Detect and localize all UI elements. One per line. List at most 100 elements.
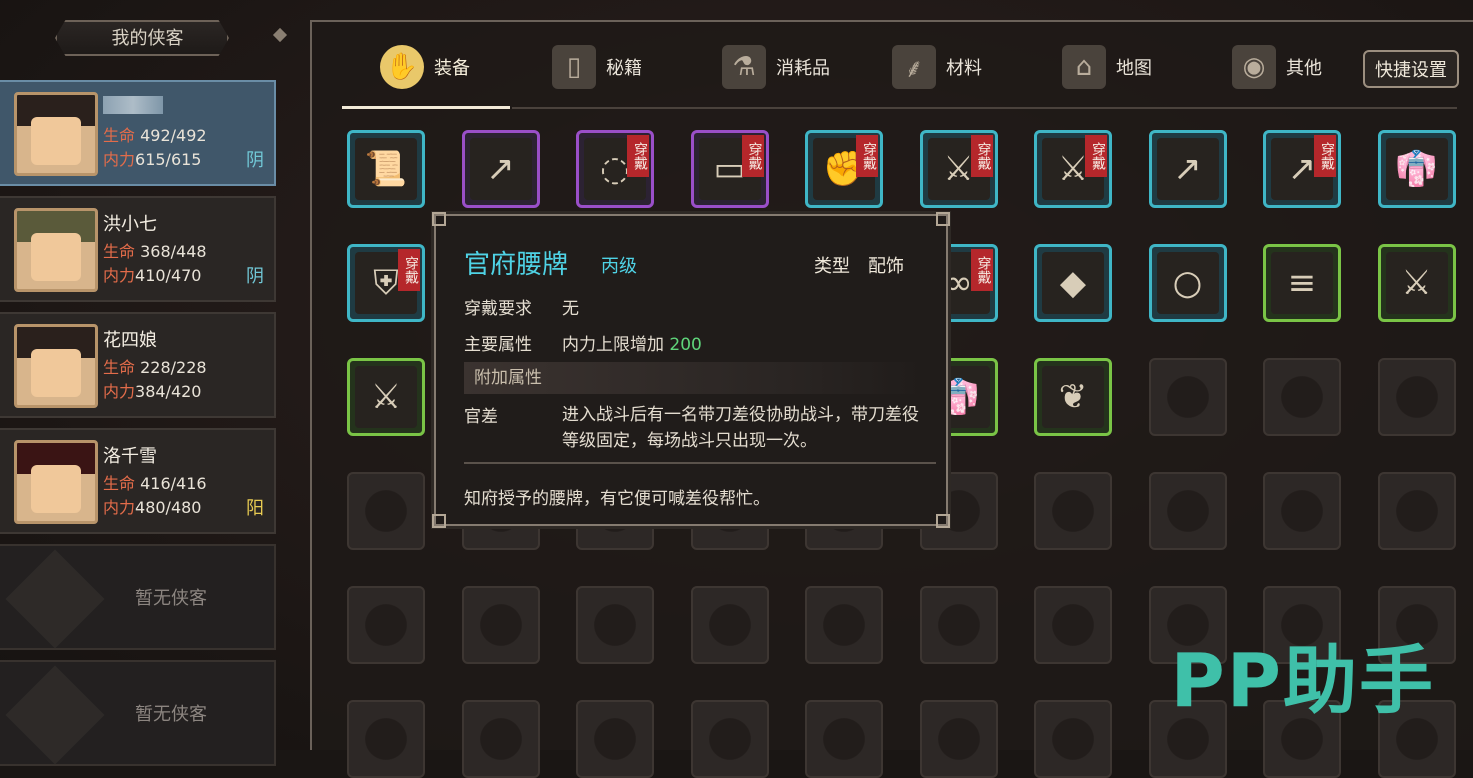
empty-inventory-slot[interactable]: [347, 586, 425, 664]
empty-inventory-slot[interactable]: [690, 700, 769, 778]
herb-bundle-icon: ❦: [1058, 377, 1088, 417]
misc-icon: ◉: [1232, 45, 1276, 89]
inventory-slot[interactable]: ◌ 穿戴: [576, 130, 654, 208]
empty-inventory-slot[interactable]: [347, 700, 425, 778]
inventory-slot[interactable]: ⚔ 穿戴: [1034, 130, 1112, 208]
inventory-slot[interactable]: ↗: [1148, 130, 1227, 208]
empty-inventory-slot[interactable]: [690, 586, 769, 664]
spear-icon: ↗: [1173, 149, 1202, 189]
empty-inventory-slot[interactable]: [1148, 472, 1227, 550]
inventory-slot[interactable]: ↗ 穿戴: [1263, 130, 1341, 208]
equipped-badge: 穿戴: [1085, 135, 1107, 177]
equipped-badge: 穿戴: [398, 249, 420, 291]
inventory-slot[interactable]: ⚔: [1377, 244, 1456, 322]
party-header: 我的侠客: [0, 18, 295, 56]
item-flavor-text: 知府授予的腰牌，有它便可喊差役帮忙。: [464, 489, 770, 509]
hero-name-blurred: [103, 96, 163, 114]
item-type-label: 类型: [814, 256, 850, 277]
empty-hero-slot-2[interactable]: 暂无侠客: [0, 660, 276, 766]
empty-inventory-slot[interactable]: [919, 586, 998, 664]
tab-manuals[interactable]: ▯ 秘籍: [552, 42, 642, 92]
main-attr-label: 主要属性: [464, 335, 532, 355]
tooltip-divider: [464, 462, 936, 464]
empty-inventory-slot[interactable]: [1148, 358, 1227, 436]
hero-hp: 416/416: [140, 474, 207, 493]
manual-book-icon: ▯: [552, 45, 596, 89]
hero-portrait: [14, 208, 98, 292]
hero-card-4[interactable]: 洛千雪 生命 416/416 内力480/480 阳: [0, 428, 276, 534]
equipped-badge: 穿戴: [970, 135, 993, 177]
spear-icon: ↗: [486, 149, 515, 189]
extra-attr-header: 附加属性: [464, 362, 924, 394]
hero-hp: 492/492: [140, 126, 207, 145]
empty-silhouette-icon: [5, 549, 105, 649]
party-title: 我的侠客: [111, 28, 184, 49]
empty-inventory-slot[interactable]: [1377, 358, 1456, 436]
tab-materials[interactable]: ⸙ 材料: [892, 42, 982, 92]
tab-maps[interactable]: ⌂ 地图: [1062, 42, 1152, 92]
item-tooltip: 官府腰牌 丙级 类型 配饰 穿戴要求 无 主要属性 内力上限增加 200 附加属…: [432, 212, 950, 528]
hero-mp: 410/470: [135, 266, 202, 285]
inventory-slot[interactable]: ≡: [1263, 244, 1341, 322]
item-type-value: 配饰: [868, 256, 904, 277]
alignment-badge: 阳: [246, 498, 264, 519]
empty-inventory-slot[interactable]: [1377, 472, 1456, 550]
empty-inventory-slot[interactable]: [576, 700, 654, 778]
empty-inventory-slot[interactable]: [576, 586, 654, 664]
extra-attr-name: 官差: [464, 407, 498, 427]
tab-consumables[interactable]: ⚗ 消耗品: [722, 42, 830, 92]
empty-inventory-slot[interactable]: [1034, 586, 1112, 664]
inventory-slot[interactable]: 📜: [347, 130, 425, 208]
sword-icon: ⚔: [370, 377, 402, 417]
alignment-badge: 阴: [246, 266, 264, 287]
empty-inventory-slot[interactable]: [805, 586, 883, 664]
hero-name: 花四娘: [103, 330, 157, 351]
extra-attr-desc: 进入战斗后有一名带刀差役协助战斗，带刀差役等级固定，每场战斗只出现一次。: [562, 405, 919, 451]
empty-hero-slot-1[interactable]: 暂无侠客: [0, 544, 276, 650]
hero-mp: 615/615: [135, 150, 202, 169]
hero-card-1[interactable]: 生命 492/492 内力615/615 阴: [0, 80, 276, 186]
equipped-badge: 穿戴: [1314, 135, 1336, 177]
bandage-icon: ≡: [1287, 263, 1317, 303]
requirement-value: 无: [562, 299, 579, 319]
inventory-slot[interactable]: ⚔ 穿戴: [919, 130, 998, 208]
inventory-slot[interactable]: ▭ 穿戴: [690, 130, 769, 208]
inventory-slot[interactable]: ⚔: [347, 358, 425, 436]
empty-inventory-slot[interactable]: [1034, 472, 1112, 550]
empty-inventory-slot[interactable]: [347, 472, 425, 550]
party-panel: 我的侠客 生命 492/492 内力615/615 阴 洪小七 生命 368/4…: [0, 0, 300, 766]
equipment-icon: ✋: [380, 45, 424, 89]
robe-icon: 👘: [1395, 149, 1438, 189]
inventory-slot[interactable]: ⛨穿戴: [347, 244, 425, 322]
hero-portrait: [14, 324, 98, 408]
main-attr-value: 内力上限增加 200: [562, 335, 702, 355]
hero-card-2[interactable]: 洪小七 生命 368/448 内力410/470 阴: [0, 196, 276, 302]
inventory-slot[interactable]: ↗: [461, 130, 540, 208]
equipped-badge: 穿戴: [627, 135, 649, 177]
hero-card-3[interactable]: 花四娘 生命 228/228 内力384/420: [0, 312, 276, 418]
quick-settings-button[interactable]: 快捷设置: [1363, 50, 1459, 88]
inventory-slot[interactable]: ✊ 穿戴: [805, 130, 883, 208]
empty-inventory-slot[interactable]: [1263, 472, 1341, 550]
hero-mp: 384/420: [135, 382, 202, 401]
empty-inventory-slot[interactable]: [1034, 700, 1112, 778]
empty-inventory-slot[interactable]: [461, 586, 540, 664]
tab-equipment[interactable]: ✋ 装备: [380, 42, 470, 92]
inventory-slot[interactable]: ◆: [1034, 244, 1112, 322]
tab-divider: [512, 107, 1457, 109]
tab-other[interactable]: ◉ 其他: [1232, 42, 1322, 92]
equipped-badge: 穿戴: [856, 135, 878, 177]
inventory-slot[interactable]: ❦: [1034, 358, 1112, 436]
empty-inventory-slot[interactable]: [919, 700, 998, 778]
empty-inventory-slot[interactable]: [461, 700, 540, 778]
empty-inventory-slot[interactable]: [805, 700, 883, 778]
inventory-slot[interactable]: ○: [1148, 244, 1227, 322]
inventory-slot[interactable]: 👘: [1377, 130, 1456, 208]
empty-slot-label: 暂无侠客: [135, 588, 207, 609]
jade-bracelet-icon: ○: [1172, 263, 1203, 303]
equipped-badge: 穿戴: [741, 135, 764, 177]
active-tab-underline: [342, 106, 510, 109]
empty-inventory-slot[interactable]: [1263, 358, 1341, 436]
requirement-label: 穿戴要求: [464, 299, 532, 319]
main-attr-amount: 200: [669, 335, 702, 355]
